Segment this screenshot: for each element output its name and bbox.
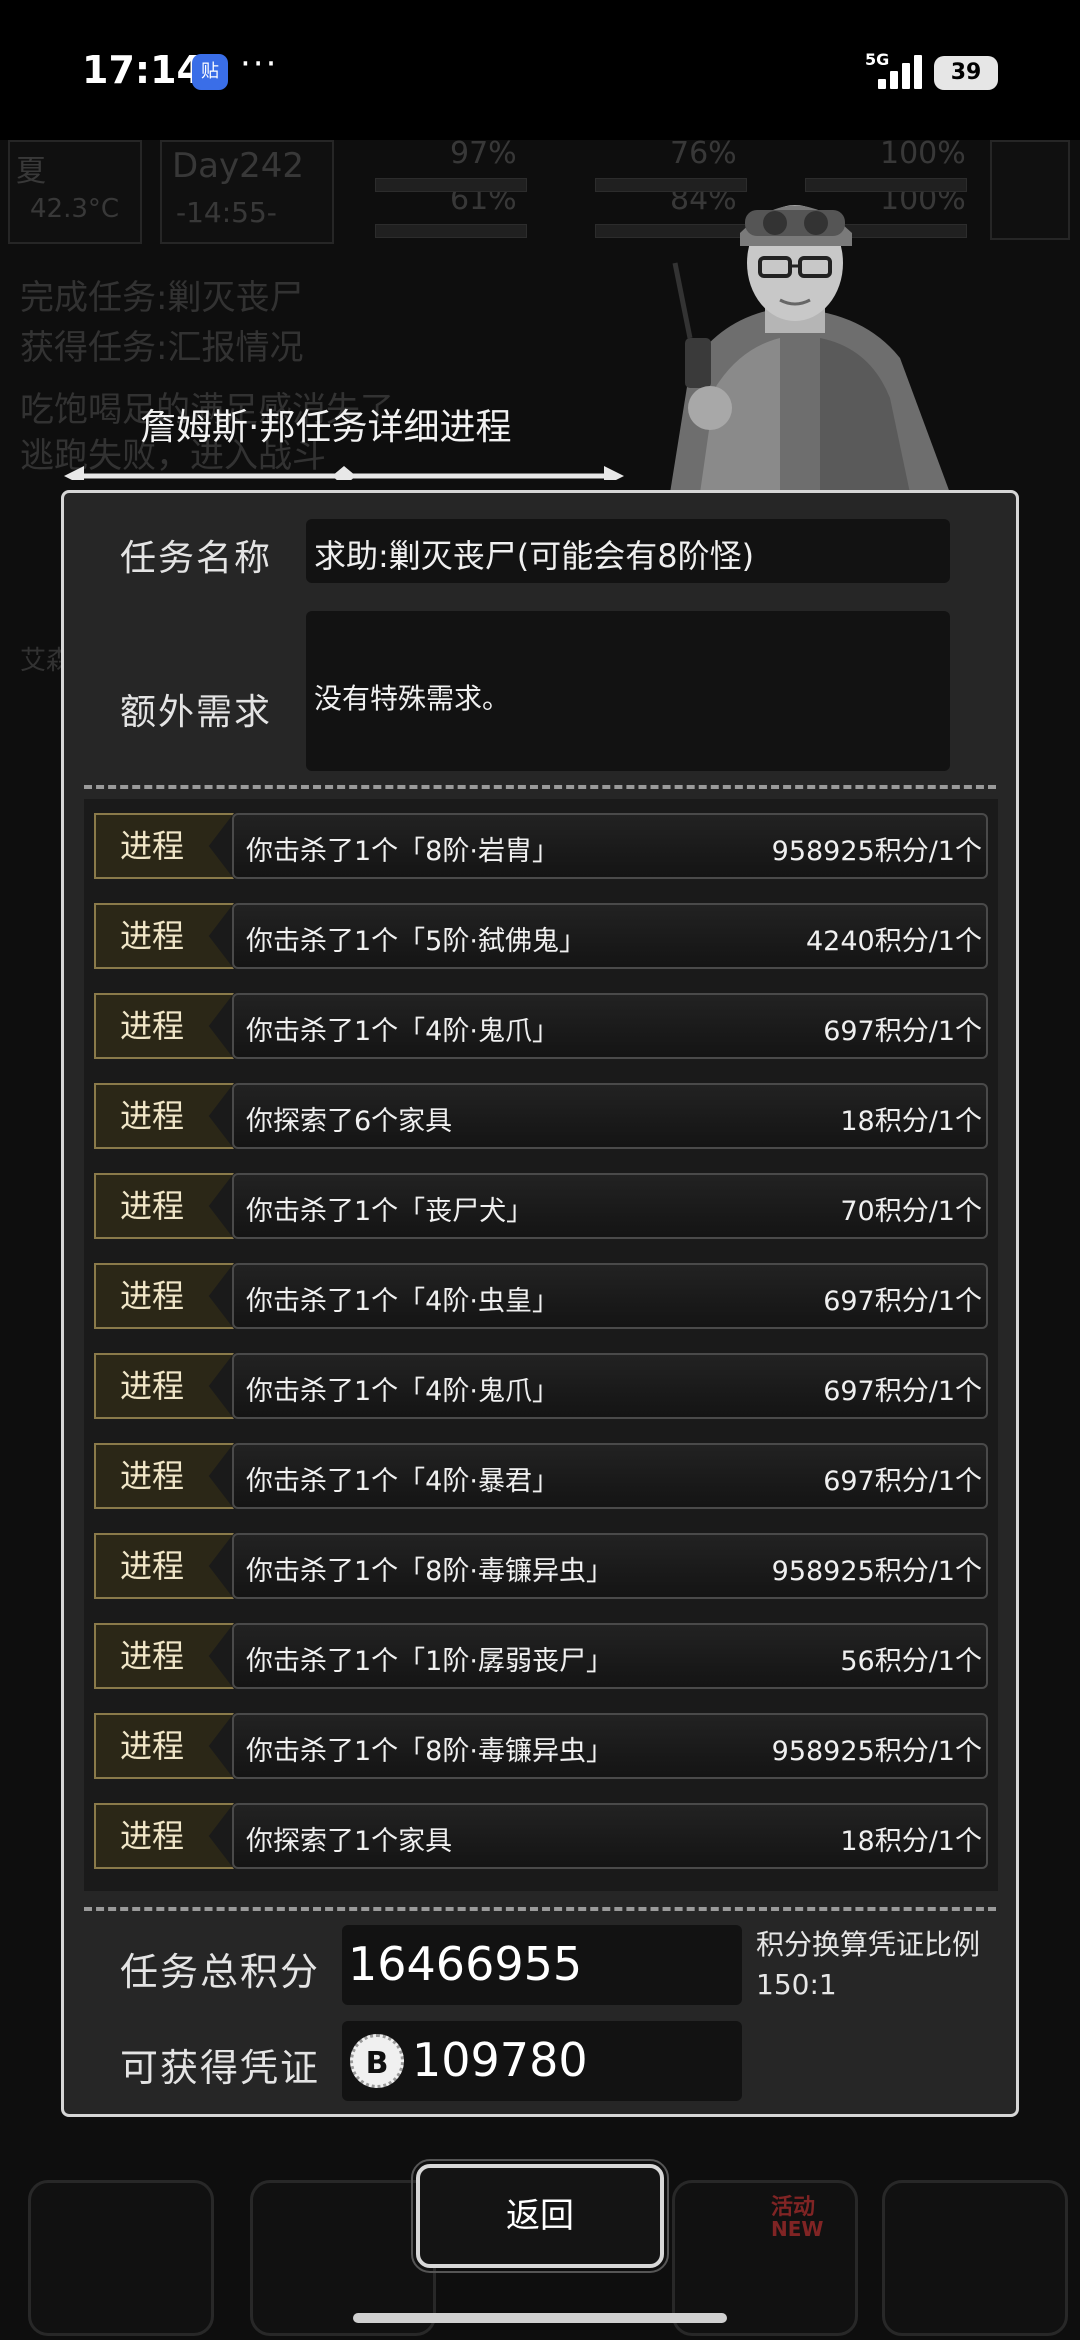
- home-indicator[interactable]: [353, 2313, 727, 2323]
- list-item: 进程 你击杀了1个「4阶·虫皇」 697积分/1个: [84, 1263, 998, 1329]
- voucher-value: 109780: [412, 2033, 588, 2087]
- list-item: 进程 你探索了6个家具 18积分/1个: [84, 1083, 998, 1149]
- list-item: 进程 你击杀了1个「丧尸犬」 70积分/1个: [84, 1173, 998, 1239]
- progress-tag: 进程: [94, 1623, 234, 1689]
- list-item: 进程 你击杀了1个「8阶·岩胄」 958925积分/1个: [84, 813, 998, 879]
- progress-points: 958925积分/1个: [771, 1736, 982, 1767]
- day-label: Day242: [172, 146, 305, 186]
- stat-hunger: 76%: [670, 136, 737, 171]
- extra-requirement-value: 没有特殊需求。: [314, 682, 511, 715]
- stat-health: 97%: [450, 136, 517, 171]
- progress-points: 697积分/1个: [823, 1466, 982, 1497]
- progress-list[interactable]: 进程 你击杀了1个「8阶·岩胄」 958925积分/1个 进程 你击杀了1个「5阶…: [84, 799, 998, 1891]
- voucher-field: B 109780: [342, 2021, 742, 2101]
- dialog-title: 詹姆斯·邦任务详细进程: [140, 407, 512, 448]
- divider: [84, 1907, 996, 1911]
- progress-text: 你击杀了1个「4阶·暴君」: [246, 1466, 559, 1497]
- progress-tag: 进程: [94, 1803, 234, 1869]
- temperature-label: 42.3°C: [30, 194, 120, 224]
- progress-text: 你击杀了1个「4阶·鬼爪」: [246, 1376, 559, 1407]
- progress-points: 70积分/1个: [840, 1196, 982, 1227]
- progress-tag: 进程: [94, 813, 234, 879]
- progress-points: 958925积分/1个: [771, 836, 982, 867]
- backpack-icon: [28, 2180, 214, 2336]
- more-notifications-icon: ···: [240, 44, 279, 84]
- total-points-field: 16466955: [342, 1925, 742, 2005]
- task-detail-panel: 任务名称 求助:剿灭丧尸(可能会有8阶怪) 额外需求 没有特殊需求。 进程 你击…: [61, 490, 1019, 2117]
- progress-tag: 进程: [94, 1443, 234, 1509]
- log-line: 完成任务:剿灭丧尸: [20, 278, 304, 318]
- list-item: 进程 你击杀了1个「8阶·毒镰异虫」 958925积分/1个: [84, 1533, 998, 1599]
- total-points-label: 任务总积分: [120, 1950, 321, 1994]
- status-bar: 17:14 贴 ··· 5G 39: [0, 0, 1080, 140]
- battery-icon: 39: [934, 56, 998, 90]
- title-divider: [64, 466, 624, 480]
- progress-tag: 进程: [94, 1713, 234, 1779]
- progress-tag: 进程: [94, 1173, 234, 1239]
- progress-text: 你击杀了1个「8阶·毒镰异虫」: [246, 1556, 613, 1587]
- task-name-label: 任务名称: [120, 538, 273, 579]
- progress-points: 18积分/1个: [840, 1106, 982, 1137]
- progress-tag: 进程: [94, 903, 234, 969]
- list-item: 进程 你击杀了1个「8阶·毒镰异虫」 958925积分/1个: [84, 1713, 998, 1779]
- progress-points: 697积分/1个: [823, 1286, 982, 1317]
- progress-text: 你击杀了1个「8阶·岩胄」: [246, 836, 559, 867]
- signal-icon: [878, 55, 924, 89]
- progress-text: 你探索了1个家具: [246, 1826, 453, 1857]
- list-item: 进程 你击杀了1个「4阶·鬼爪」 697积分/1个: [84, 1353, 998, 1419]
- log-line: 获得任务:汇报情况: [20, 328, 304, 368]
- progress-points: 18积分/1个: [840, 1826, 982, 1857]
- stat-energy: 100%: [880, 136, 966, 171]
- list-item: 进程 你击杀了1个「4阶·暴君」 697积分/1个: [84, 1443, 998, 1509]
- progress-points: 697积分/1个: [823, 1376, 982, 1407]
- day-box: Day242 -14:55-: [160, 140, 334, 244]
- back-button[interactable]: 返回: [411, 2159, 669, 2273]
- progress-tag: 进程: [94, 1353, 234, 1419]
- list-item: 进程 你击杀了1个「5阶·弑佛鬼」 4240积分/1个: [84, 903, 998, 969]
- progress-points: 4240积分/1个: [806, 926, 982, 957]
- progress-text: 你击杀了1个「1阶·孱弱丧尸」: [246, 1646, 613, 1677]
- season-box: 夏 42.3°C: [8, 140, 142, 244]
- total-points-value: 16466955: [348, 1937, 583, 1991]
- progress-tag: 进程: [94, 993, 234, 1059]
- clock-label: -14:55-: [176, 196, 277, 229]
- new-badge: NEW: [771, 2217, 824, 2241]
- voucher-label: 可获得凭证: [120, 2046, 321, 2090]
- voucher-coin-icon: B: [350, 2034, 404, 2088]
- app-notification-icon: 贴: [192, 54, 228, 90]
- list-item: 进程 你击杀了1个「1阶·孱弱丧尸」 56积分/1个: [84, 1623, 998, 1689]
- task-name-value: 求助:剿灭丧尸(可能会有8阶怪): [314, 537, 755, 575]
- ratio-label: 积分换算凭证比例: [756, 1928, 981, 1961]
- progress-points: 958925积分/1个: [771, 1556, 982, 1587]
- extra-requirement-label: 额外需求: [120, 692, 273, 733]
- progress-tag: 进程: [94, 1263, 234, 1329]
- menu-icon: [882, 2180, 1068, 2336]
- list-item: 进程 你击杀了1个「4阶·鬼爪」 697积分/1个: [84, 993, 998, 1059]
- progress-text: 你击杀了1个「8阶·毒镰异虫」: [246, 1736, 613, 1767]
- progress-tag: 进程: [94, 1083, 234, 1149]
- progress-points: 697积分/1个: [823, 1016, 982, 1047]
- list-item: 进程 你探索了1个家具 18积分/1个: [84, 1803, 998, 1869]
- task-name-field: 求助:剿灭丧尸(可能会有8阶怪): [306, 519, 950, 583]
- progress-text: 你探索了6个家具: [246, 1106, 453, 1137]
- divider: [84, 785, 996, 789]
- status-time: 17:14: [82, 48, 203, 92]
- progress-text: 你击杀了1个「4阶·虫皇」: [246, 1286, 559, 1317]
- hud-side-box: [990, 140, 1070, 240]
- progress-text: 你击杀了1个「5阶·弑佛鬼」: [246, 926, 586, 957]
- ratio-value: 150:1: [756, 1968, 837, 2001]
- season-label: 夏: [16, 154, 46, 189]
- progress-tag: 进程: [94, 1533, 234, 1599]
- extra-requirement-field: 没有特殊需求。: [306, 611, 950, 771]
- progress-text: 你击杀了1个「4阶·鬼爪」: [246, 1016, 559, 1047]
- progress-points: 56积分/1个: [840, 1646, 982, 1677]
- npc-portrait: [670, 205, 950, 493]
- progress-text: 你击杀了1个「丧尸犬」: [246, 1196, 534, 1227]
